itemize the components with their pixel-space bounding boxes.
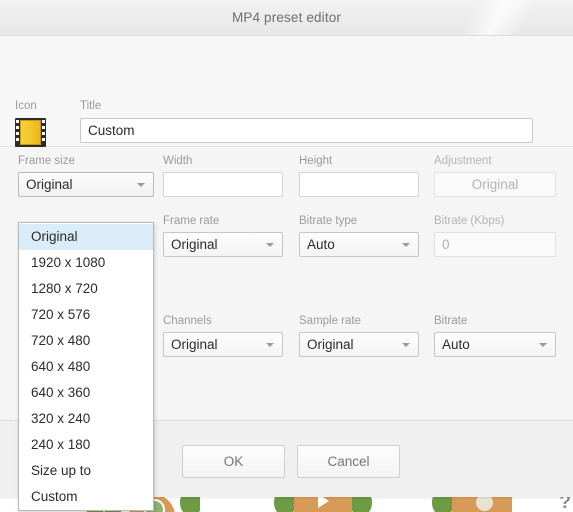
frame-size-option[interactable]: 640 x 480 (19, 354, 153, 380)
channels-combobox[interactable]: Original (163, 332, 283, 357)
frame-rate-combobox[interactable]: Original (163, 232, 283, 257)
frame-size-option[interactable]: Original (19, 224, 153, 250)
frame-size-dropdown-list[interactable]: Original 1920 x 1080 1280 x 720 720 x 576 72… (18, 222, 154, 511)
title-input[interactable] (80, 118, 533, 143)
channels-group: Channels Original (163, 315, 283, 357)
frame-size-option[interactable]: 720 x 480 (19, 328, 153, 354)
bitrate-type-group: Bitrate type Auto (299, 215, 419, 257)
sample-rate-combobox[interactable]: Original (299, 332, 419, 357)
bitrate-type-label: Bitrate type (299, 215, 358, 227)
sample-rate-value: Original (307, 337, 354, 352)
frame-size-label: Frame size (18, 155, 75, 167)
frame-size-option[interactable]: 320 x 240 (19, 406, 153, 432)
chevron-down-icon (137, 182, 145, 187)
cancel-button-label: Cancel (327, 454, 370, 469)
audio-bitrate-group: Bitrate Auto (434, 315, 556, 357)
sample-rate-label: Sample rate (299, 315, 362, 327)
adjustment-label: Adjustment (434, 155, 492, 167)
cancel-button[interactable]: Cancel (297, 445, 400, 478)
width-label: Width (163, 155, 193, 167)
adjustment-group: Adjustment Original (434, 155, 556, 197)
height-group: Height (299, 155, 419, 197)
ok-button[interactable]: OK (182, 445, 285, 478)
bitrate-kbps-label: Bitrate (Kbps) (434, 215, 505, 227)
film-strip-icon[interactable] (15, 118, 46, 147)
dialog-title: MP4 preset editor (231, 10, 342, 25)
chevron-down-icon (402, 342, 410, 347)
height-input[interactable] (299, 172, 419, 197)
height-label: Height (299, 155, 333, 167)
bitrate-kbps-group: Bitrate (Kbps) (434, 215, 556, 257)
frame-rate-group: Frame rate Original (163, 215, 283, 257)
frame-size-option[interactable]: 640 x 360 (19, 380, 153, 406)
audio-bitrate-label: Bitrate (434, 315, 468, 327)
bitrate-type-combobox[interactable]: Auto (299, 232, 419, 257)
adjustment-button: Original (434, 172, 556, 197)
channels-label: Channels (163, 315, 212, 327)
titlebar-sheen (403, 0, 573, 35)
frame-size-value: Original (26, 177, 73, 192)
frame-size-option[interactable]: Custom (19, 484, 153, 510)
audio-bitrate-value: Auto (442, 337, 470, 352)
frame-size-option[interactable]: Size up to (19, 458, 153, 484)
icon-label: Icon (15, 100, 37, 112)
chevron-down-icon (266, 342, 274, 347)
frame-rate-label: Frame rate (163, 215, 220, 227)
chevron-down-icon (539, 342, 547, 347)
bitrate-type-value: Auto (307, 237, 335, 252)
frame-size-option[interactable]: 720 x 576 (19, 302, 153, 328)
width-group: Width (163, 155, 283, 197)
channels-value: Original (171, 337, 218, 352)
bitrate-kbps-input (434, 232, 556, 257)
frame-size-option[interactable]: 1280 x 720 (19, 276, 153, 302)
audio-bitrate-combobox[interactable]: Auto (434, 332, 556, 357)
adjustment-value: Original (471, 177, 519, 192)
frame-size-option[interactable]: 1920 x 1080 (19, 250, 153, 276)
width-input[interactable] (163, 172, 283, 197)
frame-size-combobox[interactable]: Original (18, 172, 154, 197)
title-label: Title (80, 100, 102, 112)
frame-size-option[interactable]: 240 x 180 (19, 432, 153, 458)
frame-rate-value: Original (171, 237, 218, 252)
frame-size-group: Frame size Original (18, 155, 154, 197)
dialog-titlebar: MP4 preset editor (0, 0, 573, 36)
chevron-down-icon (266, 242, 274, 247)
header-section: Icon Title Maximum title length is 21 ch… (0, 36, 573, 158)
chevron-down-icon (402, 242, 410, 247)
sample-rate-group: Sample rate Original (299, 315, 419, 357)
ok-button-label: OK (223, 454, 244, 469)
